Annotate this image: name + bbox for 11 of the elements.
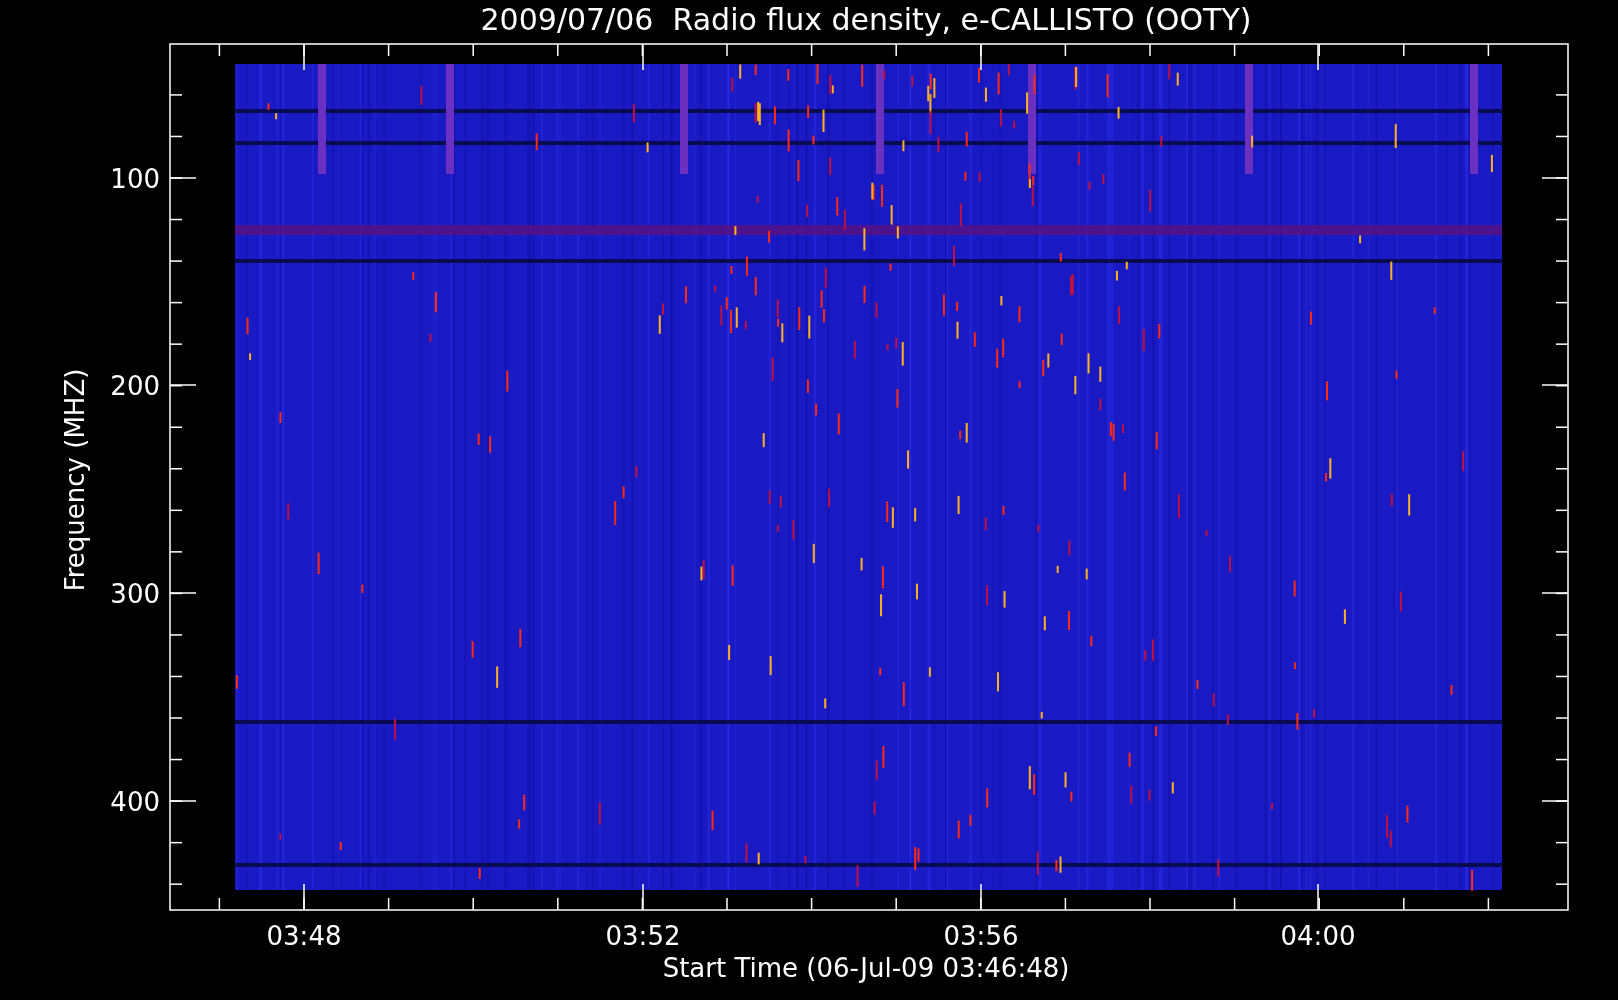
y-tick-label: 200 (110, 371, 160, 401)
x-tick-label: 03:52 (605, 921, 681, 951)
x-tick-label: 03:56 (943, 921, 1019, 951)
chart-title: 2009/07/06 Radio flux density, e-CALLISTO (OOTY) (480, 2, 1252, 37)
y-axis-label: Frequency (MHZ) (60, 368, 90, 592)
x-tick-label: 03:48 (266, 921, 342, 951)
x-tick-label: 04:00 (1280, 921, 1356, 951)
y-tick-label: 300 (110, 579, 160, 609)
y-tick-label: 100 (110, 164, 160, 194)
y-tick-label: 400 (110, 787, 160, 817)
x-axis-label: Start Time (06-Jul-09 03:46:48) (662, 953, 1070, 983)
